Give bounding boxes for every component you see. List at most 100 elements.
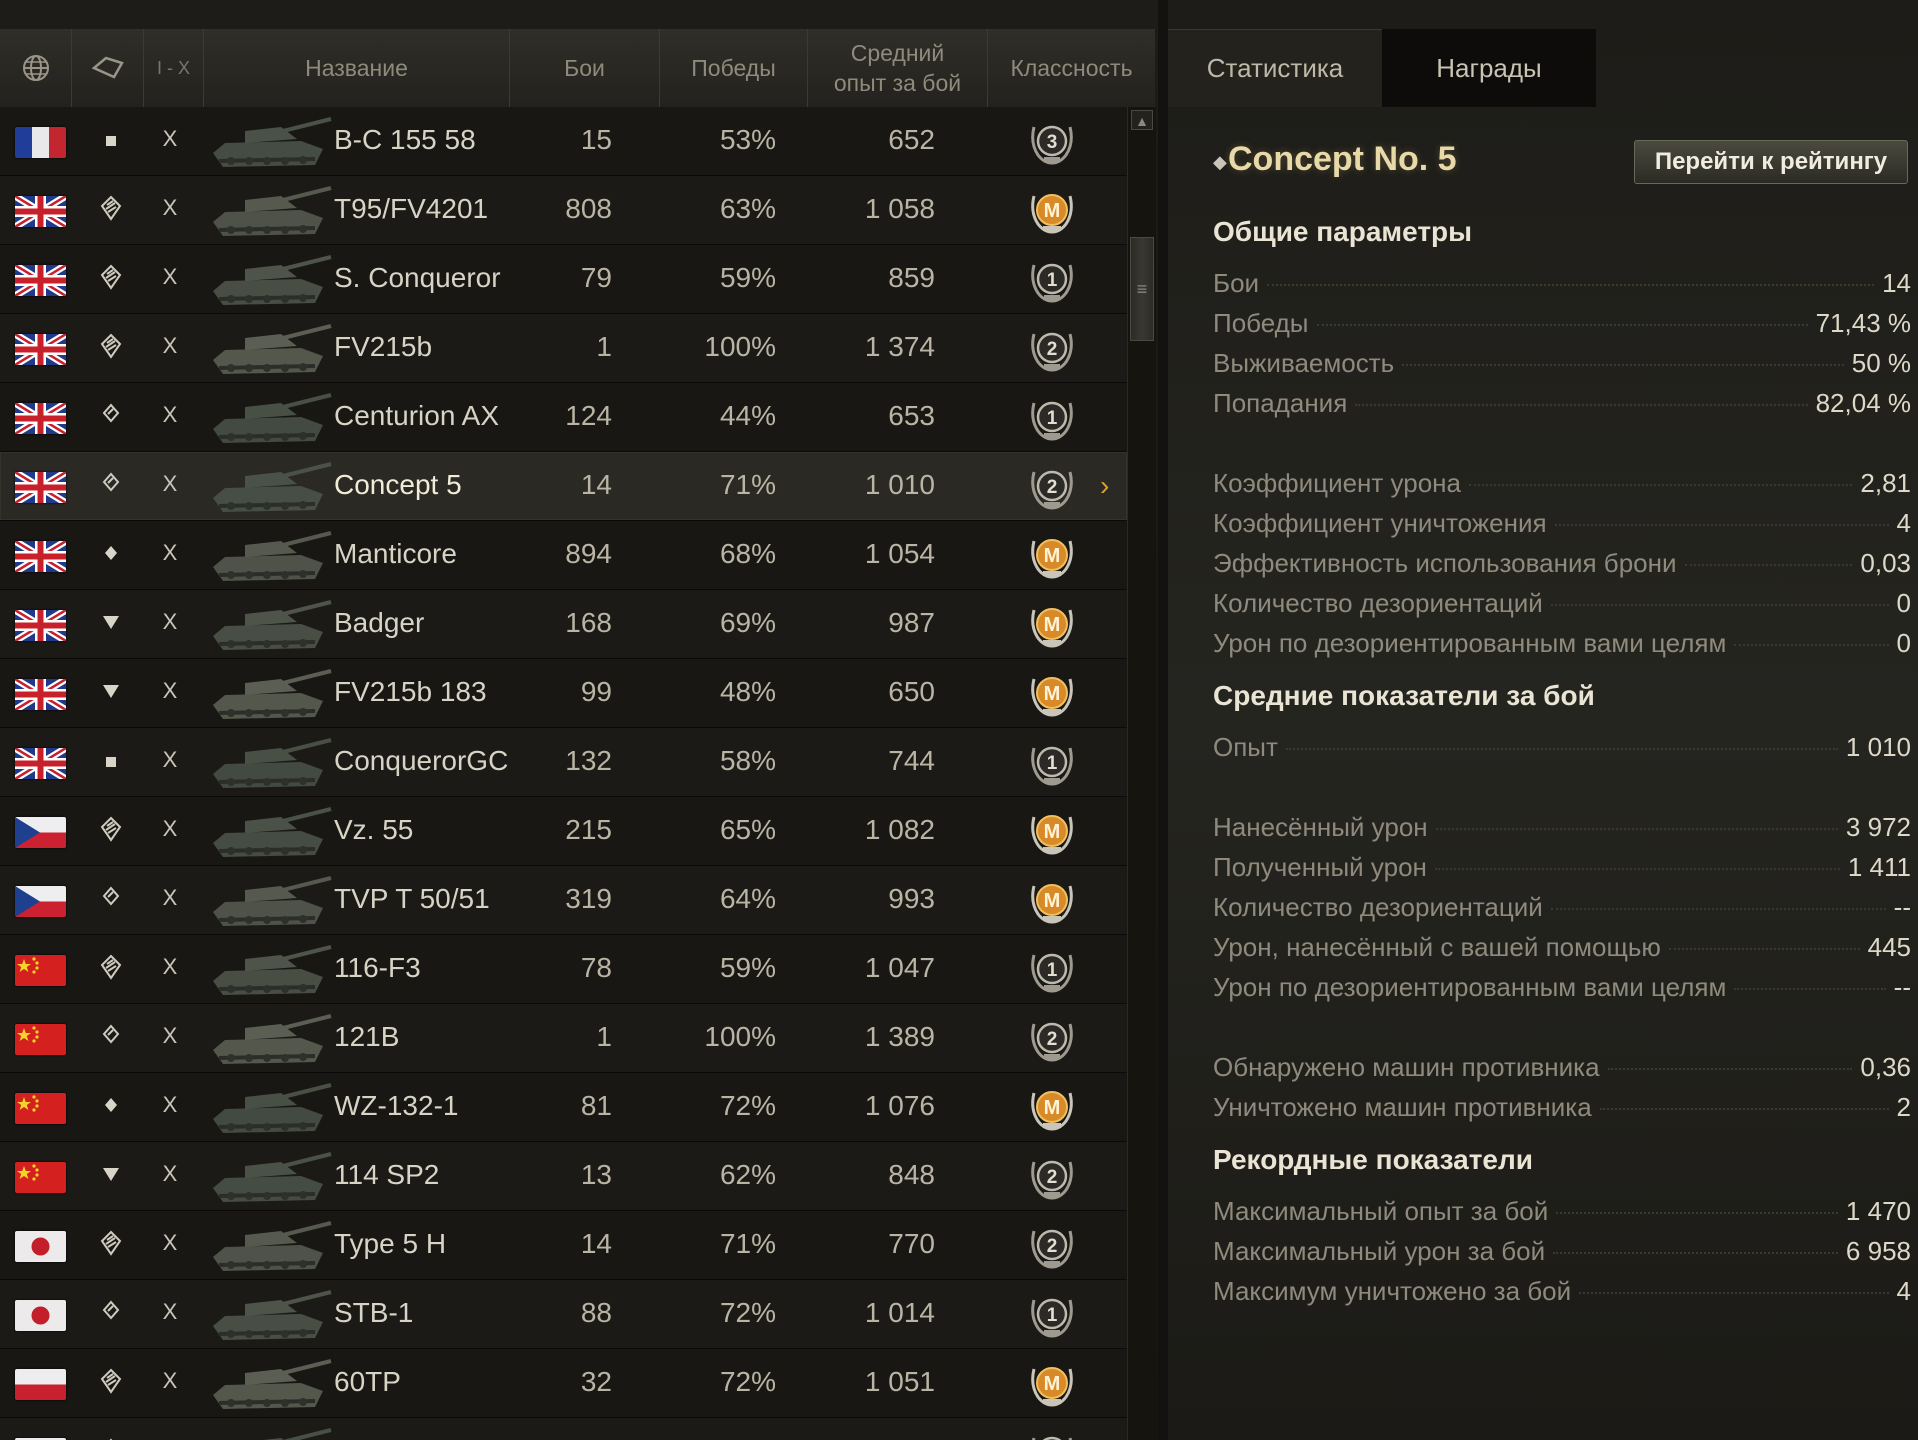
stat-value: 4	[1896, 1276, 1911, 1306]
avg-xp-value: 993	[888, 883, 935, 914]
battles-value: 99	[580, 676, 612, 707]
table-row[interactable]: X S. Conqueror 79 59% 859 1	[0, 245, 1127, 314]
medium-tank-icon: ◆	[1213, 152, 1227, 172]
table-row[interactable]: X Type 5 H 14 71% 770 2	[0, 1211, 1127, 1280]
tank-image	[205, 458, 333, 516]
battles-value: 1	[596, 331, 612, 362]
vehicle-type-heavy-icon	[96, 1368, 126, 1398]
scrollbar[interactable]: ▲ ≡	[1127, 107, 1156, 1440]
wins-value: 59%	[719, 262, 776, 293]
col-avg-xp-header[interactable]: Средний опыт за бой	[808, 29, 988, 107]
go-to-rating-button[interactable]: Перейти к рейтингу	[1634, 140, 1908, 184]
stat-value: 0	[1896, 588, 1911, 618]
table-row[interactable]: X Badger 168 69% 987 M	[0, 590, 1127, 659]
scroll-thumb[interactable]: ≡	[1130, 237, 1154, 341]
stat-row: Коэффициент урона 2,81	[1213, 468, 1911, 506]
tab-statistics[interactable]: Статистика	[1168, 29, 1382, 107]
avg-xp-value: 848	[888, 1159, 935, 1190]
stat-value: --	[1893, 972, 1911, 1002]
tier-label: X	[162, 126, 178, 151]
selected-arrow-icon: ›	[1100, 470, 1110, 501]
svg-text:1: 1	[1047, 1305, 1058, 1326]
avg-xp-value: 653	[888, 400, 935, 431]
stat-value: 2,81	[1860, 468, 1911, 498]
nation-flag-uk	[15, 403, 66, 434]
vehicle-name: Badger	[334, 607, 425, 638]
battles-value: 808	[565, 193, 612, 224]
table-row[interactable]: X 116-F3 78 59% 1 047 1	[0, 935, 1127, 1004]
stats-panel: Статистика Награды ◆ Concept No. 5 Перей…	[1168, 0, 1918, 1440]
vehicle-type-medium-icon	[96, 885, 126, 915]
tab-awards[interactable]: Награды	[1382, 29, 1596, 107]
svg-text:1: 1	[1047, 753, 1058, 774]
vehicle-name: TVP T 50/51	[334, 883, 490, 914]
leader-dots	[1316, 324, 1808, 326]
wins-value: 72%	[719, 1090, 776, 1121]
tank-image	[205, 1286, 333, 1344]
tank-image	[205, 665, 333, 723]
avg-xp-value: 744	[888, 745, 935, 776]
leader-dots	[1550, 908, 1886, 910]
leader-dots	[1734, 644, 1889, 646]
table-row[interactable]: X T95/FV4201 808 63% 1 058 M	[0, 176, 1127, 245]
mastery-badge-icon: 3	[1028, 117, 1076, 167]
leader-dots	[1599, 1108, 1889, 1110]
table-row[interactable]: X TVP T 50/51 319 64% 993 M	[0, 866, 1127, 935]
table-row[interactable]: X WZ-132-1 81 72% 1 076 M	[0, 1073, 1127, 1142]
col-battles-header[interactable]: Бои	[510, 29, 660, 107]
tier-label: X	[162, 471, 178, 496]
tier-label: X	[162, 609, 178, 634]
section-title: Средние показатели за бой	[1213, 680, 1595, 711]
col-mastery-header[interactable]: Классность	[988, 29, 1155, 107]
wins-value: 64%	[719, 883, 776, 914]
scroll-up-button[interactable]: ▲	[1131, 110, 1153, 130]
stat-row: Урон по дезориентированным вами целям --	[1213, 972, 1911, 1010]
table-row[interactable]: X Vz. 55 215 65% 1 082 M	[0, 797, 1127, 866]
avg-xp-value: 1 054	[864, 538, 935, 569]
col-wins-header[interactable]: Победы	[660, 29, 808, 107]
battles-value: 132	[565, 745, 612, 776]
nation-flag-uk	[15, 679, 66, 710]
wins-value: 44%	[719, 400, 776, 431]
tank-image	[205, 1355, 333, 1413]
vehicle-name: S. Conqueror	[334, 262, 501, 293]
wins-value: 72%	[719, 1297, 776, 1328]
table-row[interactable]: X 121B 1 100% 1 389 2	[0, 1004, 1127, 1073]
table-row[interactable]: X 60TP 32 72% 1 051 M	[0, 1349, 1127, 1418]
tier-label: X	[162, 264, 178, 289]
svg-text:2: 2	[1047, 1236, 1058, 1257]
vehicle-name: ConquerorGC	[334, 745, 509, 776]
table-row[interactable]: X FV215b 183 99 48% 650 M	[0, 659, 1127, 728]
table-row[interactable]: X B-C 155 58 15 53% 652 3	[0, 107, 1127, 176]
table-row[interactable]: X Concept 5 14 71% 1 010 2 ›	[0, 452, 1127, 521]
stat-value: 82,04 %	[1815, 388, 1911, 418]
nation-flag-czech	[15, 886, 66, 917]
stat-value: 50 %	[1851, 348, 1911, 378]
stat-row: Полученный урон 1 411	[1213, 852, 1911, 890]
table-row[interactable]: X 114 SP2 13 62% 848 2	[0, 1142, 1127, 1211]
table-row[interactable]: XCS-634764%1 0072	[0, 1418, 1127, 1440]
tank-image	[205, 1079, 333, 1137]
avg-xp-value: 1 389	[864, 1021, 935, 1052]
vehicle-type-light-icon	[96, 1092, 126, 1122]
tier-filter[interactable]: I - X	[144, 29, 204, 107]
avg-xp-value: 1 082	[864, 814, 935, 845]
tank-image	[205, 1424, 333, 1440]
table-row[interactable]: X Manticore 894 68% 1 054 M	[0, 521, 1127, 590]
nation-filter-icon[interactable]	[0, 29, 72, 107]
vehicle-name: Centurion AX	[334, 400, 499, 431]
table-row[interactable]: X FV215b 1 100% 1 374 2	[0, 314, 1127, 383]
leader-dots	[1668, 948, 1860, 950]
avg-xp-value: 1 014	[864, 1297, 935, 1328]
tier-label: X	[162, 678, 178, 703]
table-row[interactable]: X ConquerorGC 132 58% 744 1	[0, 728, 1127, 797]
wins-value: 69%	[719, 607, 776, 638]
col-name-header[interactable]: Название	[204, 29, 510, 107]
svg-text:2: 2	[1047, 477, 1058, 498]
wins-value: 71%	[719, 469, 776, 500]
table-row[interactable]: X Centurion AX 124 44% 653 1	[0, 383, 1127, 452]
table-row[interactable]: X STB-1 88 72% 1 014 1	[0, 1280, 1127, 1349]
type-filter-icon[interactable]	[72, 29, 144, 107]
tank-image	[205, 113, 333, 171]
battles-value: 32	[580, 1366, 612, 1397]
